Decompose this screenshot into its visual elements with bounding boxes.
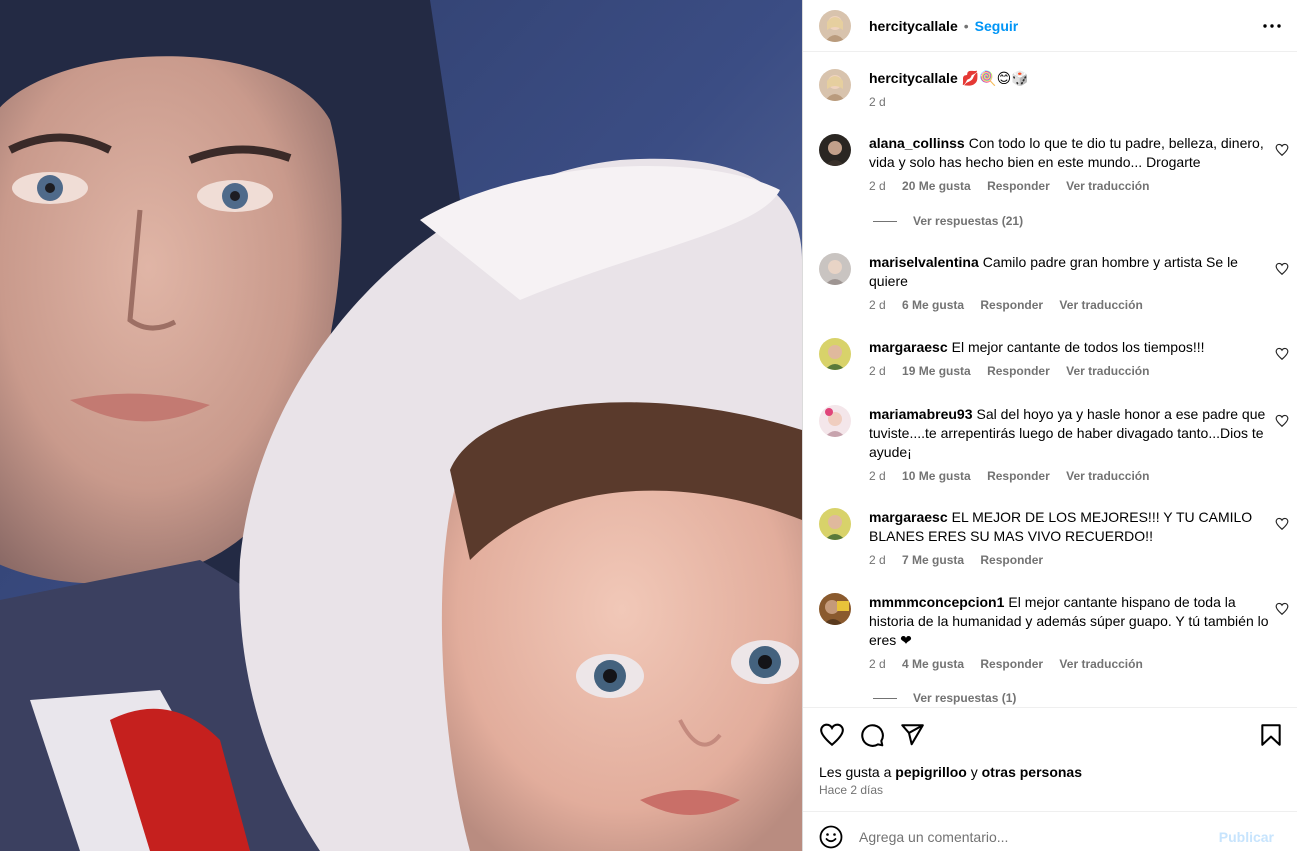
comment-item: margaraesc El mejor cantante de todos los… (819, 338, 1289, 384)
comment-content: El mejor cantante de todos los tiempos!!… (951, 339, 1205, 355)
view-replies-button[interactable]: Ver respuestas (21) (873, 214, 1023, 228)
commenter-avatar[interactable] (819, 405, 851, 437)
comment-username[interactable]: margaraesc (869, 509, 948, 525)
heart-icon[interactable] (1275, 262, 1289, 276)
commenter-avatar[interactable] (819, 134, 851, 166)
comment-time: 2 d (869, 364, 886, 378)
reply-button[interactable]: Responder (987, 469, 1050, 483)
comment-likes[interactable]: 19 Me gusta (902, 364, 971, 378)
translate-button[interactable]: Ver traducción (1059, 298, 1142, 312)
caption-emoji: 💋🍭😊🎲 (961, 70, 1029, 86)
comment-item: mmmmconcepcion1 El mejor cantante hispano… (819, 593, 1289, 673)
likes-joiner: y (970, 764, 978, 780)
likes-others[interactable]: otras personas (982, 764, 1082, 780)
post-photo[interactable] (0, 0, 802, 851)
likes-prefix: Les gusta a (819, 764, 892, 780)
comment-meta: 2 d 7 Me gusta Responder (869, 553, 1056, 567)
commenter-avatar[interactable] (819, 593, 851, 625)
heart-icon[interactable] (1275, 143, 1289, 157)
comment-icon[interactable] (859, 722, 885, 748)
bookmark-icon[interactable] (1258, 722, 1284, 748)
follow-button[interactable]: Seguir (975, 18, 1019, 34)
add-comment-bar: Publicar (803, 811, 1297, 851)
post-photo-illustration (0, 0, 802, 851)
comment-username[interactable]: mariamabreu93 (869, 406, 973, 422)
comment-likes[interactable]: 7 Me gusta (902, 553, 964, 567)
replies-divider-line (873, 220, 897, 222)
comment-item: alana_collinss Con todo lo que te dio tu … (819, 134, 1289, 214)
post-time-ago: Hace 2 días (819, 783, 884, 797)
post-header: hercitycallale • Seguir (803, 0, 1297, 52)
commenter-avatar[interactable] (819, 508, 851, 540)
reply-button[interactable]: Responder (980, 657, 1043, 671)
comment-meta: 2 d 20 Me gusta Responder Ver traducción (869, 179, 1162, 193)
view-replies-label[interactable]: Ver respuestas (1) (913, 691, 1016, 705)
heart-icon[interactable] (1275, 517, 1289, 531)
likes-summary[interactable]: Les gusta a pepigrilloo y otras personas (819, 764, 1082, 780)
author-username[interactable]: hercitycallale (869, 18, 958, 34)
post-details-panel: hercitycallale • Seguir hercitycallale 💋🍭… (802, 0, 1297, 851)
author-avatar[interactable] (819, 9, 851, 42)
send-icon[interactable] (899, 722, 925, 748)
comment-likes[interactable]: 20 Me gusta (902, 179, 971, 193)
comment-meta: 2 d 6 Me gusta Responder Ver traducción (869, 298, 1156, 312)
post-actions: Les gusta a pepigrilloo y otras personas… (803, 707, 1297, 811)
comment-username[interactable]: margaraesc (869, 339, 948, 355)
replies-divider-line (873, 697, 897, 699)
translate-button[interactable]: Ver traducción (1066, 364, 1149, 378)
heart-icon[interactable] (1275, 347, 1289, 361)
comment-text: margaraesc El mejor cantante de todos los… (869, 338, 1274, 357)
comment-meta: 2 d 19 Me gusta Responder Ver traducción (869, 364, 1162, 378)
caption-time: 2 d (869, 95, 886, 109)
comments-list[interactable]: hercitycallale 💋🍭😊🎲 2 d alana_collinss Con… (803, 53, 1297, 707)
comment-time: 2 d (869, 298, 886, 312)
heart-icon[interactable] (1275, 414, 1289, 428)
reply-button[interactable]: Responder (987, 364, 1050, 378)
translate-button[interactable]: Ver traducción (1066, 469, 1149, 483)
comment-text: margaraesc EL MEJOR DE LOS MEJORES!!! Y T… (869, 508, 1274, 546)
post-caption: hercitycallale 💋🍭😊🎲 2 d (819, 69, 1289, 119)
likes-user[interactable]: pepigrilloo (895, 764, 967, 780)
instagram-post-view: hercitycallale • Seguir hercitycallale 💋🍭… (0, 0, 1297, 851)
commenter-avatar[interactable] (819, 338, 851, 370)
view-replies-label[interactable]: Ver respuestas (21) (913, 214, 1023, 228)
comment-item: mariselvalentina Camilo padre gran hombre… (819, 253, 1289, 319)
author-avatar[interactable] (819, 69, 851, 101)
reply-button[interactable]: Responder (987, 179, 1050, 193)
comment-input[interactable] (859, 824, 1219, 850)
view-replies-button[interactable]: Ver respuestas (1) (873, 691, 1016, 705)
publish-button[interactable]: Publicar (1219, 829, 1274, 845)
caption-text: hercitycallale 💋🍭😊🎲 (869, 69, 1274, 88)
reply-button[interactable]: Responder (980, 298, 1043, 312)
comment-meta: 2 d 4 Me gusta Responder Ver traducción (869, 657, 1156, 671)
comment-meta: 2 d 10 Me gusta Responder Ver traducción (869, 469, 1162, 483)
separator-dot: • (963, 17, 969, 34)
comment-likes[interactable]: 6 Me gusta (902, 298, 964, 312)
comment-time: 2 d (869, 553, 886, 567)
emoji-icon[interactable] (819, 825, 843, 849)
comment-likes[interactable]: 4 Me gusta (902, 657, 964, 671)
heart-icon[interactable] (819, 722, 845, 748)
comment-username[interactable]: mariselvalentina (869, 254, 979, 270)
comment-text: mmmmconcepcion1 El mejor cantante hispano… (869, 593, 1274, 650)
reply-button[interactable]: Responder (980, 553, 1043, 567)
comment-username[interactable]: alana_collinss (869, 135, 965, 151)
comment-time: 2 d (869, 179, 886, 193)
comment-text: mariamabreu93 Sal del hoyo ya y hasle hon… (869, 405, 1274, 462)
comment-text: alana_collinss Con todo lo que te dio tu … (869, 134, 1274, 172)
caption-username[interactable]: hercitycallale (869, 70, 958, 86)
comment-username[interactable]: mmmmconcepcion1 (869, 594, 1004, 610)
comment-likes[interactable]: 10 Me gusta (902, 469, 971, 483)
comment-time: 2 d (869, 469, 886, 483)
comment-text: mariselvalentina Camilo padre gran hombre… (869, 253, 1274, 291)
comment-time: 2 d (869, 657, 886, 671)
commenter-avatar[interactable] (819, 253, 851, 285)
heart-icon[interactable] (1275, 602, 1289, 616)
caption-meta: 2 d (869, 95, 899, 109)
more-horizontal-icon[interactable] (1260, 14, 1284, 38)
comment-item: margaraesc EL MEJOR DE LOS MEJORES!!! Y T… (819, 508, 1289, 574)
translate-button[interactable]: Ver traducción (1066, 179, 1149, 193)
translate-button[interactable]: Ver traducción (1059, 657, 1142, 671)
comment-item: mariamabreu93 Sal del hoyo ya y hasle hon… (819, 405, 1289, 485)
